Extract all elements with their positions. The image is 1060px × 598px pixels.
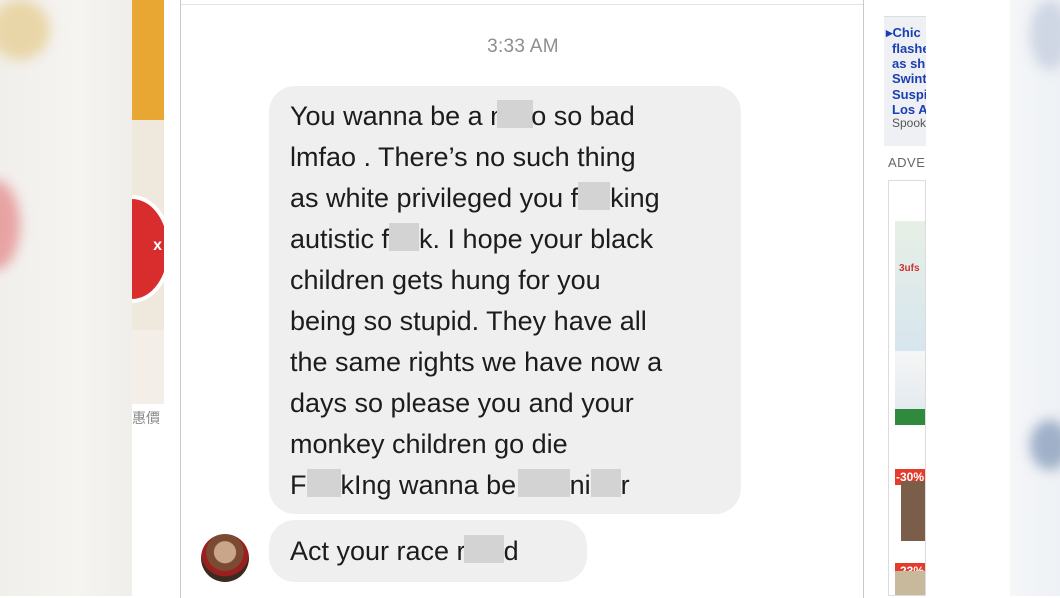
left-background <box>0 0 132 596</box>
ad-sale-badge: x <box>132 195 164 303</box>
censor-block <box>389 223 420 251</box>
censor-block <box>517 469 570 497</box>
message-line: lmfao . There’s no such thing <box>290 137 721 178</box>
message-text: the same rights we have now a <box>290 347 663 377</box>
divider <box>181 4 863 5</box>
news-link[interactable]: Los A <box>892 102 926 117</box>
message-line: monkey children go die <box>290 424 721 465</box>
news-link[interactable]: ▸Chic <box>886 25 921 41</box>
blurred-shape <box>1030 420 1060 470</box>
message-text: d <box>503 536 519 566</box>
message-text: ni <box>569 470 591 500</box>
news-sidebar: ▸Chic flashe as sh Swint Suspi Los A Spo… <box>884 0 926 146</box>
message-text: You wanna be a n <box>290 101 506 131</box>
ad-product-image <box>895 409 925 425</box>
advertisement-label: ADVERTISEMENT <box>888 155 926 170</box>
ad-product-image <box>895 571 925 595</box>
chat-panel: 3:33 AM You wanna be a n o so bad lmfao .… <box>180 0 864 598</box>
message-text: o so bad <box>531 101 635 131</box>
message-line: days so please you and your <box>290 383 721 424</box>
message-line: as white privileged you f king <box>290 178 721 219</box>
message-line: children gets hung for you <box>290 260 721 301</box>
message-bubble[interactable]: Act your race r d <box>269 520 587 582</box>
sidebar-header-box <box>884 0 926 17</box>
left-advertisement[interactable]: x <box>132 0 164 404</box>
message-text: as white privileged you f <box>290 183 579 213</box>
blurred-shape <box>0 180 20 270</box>
ad-brand-text: 3ufs <box>899 263 920 274</box>
censor-block <box>497 100 534 128</box>
message-text: children gets hung for you <box>290 265 601 295</box>
ad-badge-text: x <box>153 237 162 254</box>
message-text: k. I hope your black <box>419 224 654 254</box>
message-line: Act your race r d <box>290 531 567 572</box>
message-line: autistic f k. I hope your black <box>290 219 721 260</box>
message-text: monkey children go die <box>290 429 568 459</box>
message-line: the same rights we have now a <box>290 342 721 383</box>
news-link[interactable]: flashe <box>892 41 926 56</box>
censor-block <box>578 182 611 210</box>
message-line: You wanna be a n o so bad <box>290 96 721 137</box>
message-bubble[interactable]: You wanna be a n o so bad lmfao . There’s… <box>269 86 741 514</box>
sender-avatar[interactable] <box>201 534 249 582</box>
message-line: being so stupid. They have all <box>290 301 721 342</box>
blurred-shape <box>0 0 50 60</box>
right-advertisement[interactable]: 3ufs -30% -23% <box>888 180 926 596</box>
news-link[interactable]: as sh <box>892 56 925 71</box>
message-text: days so please you and your <box>290 388 634 418</box>
message-text: king <box>610 183 660 213</box>
censor-block <box>306 469 341 497</box>
message-text: autistic f <box>290 224 390 254</box>
right-background <box>1010 0 1060 596</box>
message-text: F <box>290 470 307 500</box>
left-ad-caption: 惠價 <box>132 410 160 426</box>
message-text: lmfao . There’s no such thing <box>290 142 636 172</box>
ad-product-image <box>901 481 925 541</box>
message-text: Act your race r <box>290 536 466 566</box>
news-link[interactable]: Suspi <box>892 87 926 102</box>
message-timestamp: 3:33 AM <box>487 36 559 57</box>
message-text: being so stupid. They have all <box>290 306 647 336</box>
news-source: Spook <box>892 116 926 130</box>
ad-product-image <box>895 221 925 351</box>
blurred-shape <box>1030 0 1060 70</box>
censor-block <box>590 469 621 497</box>
message-text: r <box>620 470 630 500</box>
censor-block <box>463 535 504 563</box>
news-link[interactable]: Swint <box>892 71 926 86</box>
ad-banner-stripe <box>132 0 164 120</box>
message-line: FkIng wanna be ni r <box>290 465 721 506</box>
message-text: kIng wanna be <box>340 470 524 500</box>
